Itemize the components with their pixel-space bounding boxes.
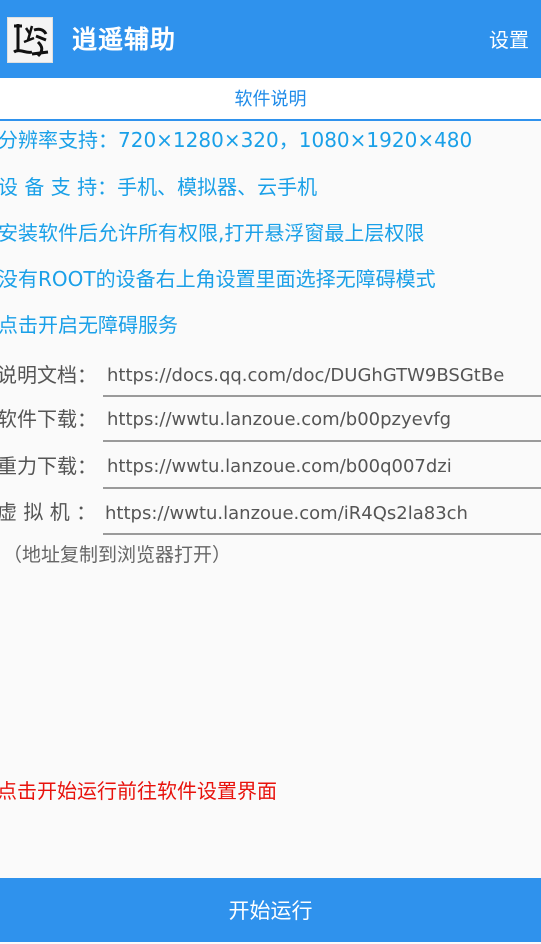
settings-button[interactable]: 设置 (489, 24, 529, 56)
docs-url-underline (103, 395, 541, 397)
resolution-support-text: 分辨率支持：720×1280×320，1080×1920×480 (0, 128, 473, 152)
software-download-label: 软件下载： (0, 407, 97, 431)
accessibility-service-link[interactable]: 点击开启无障碍服务 (0, 311, 178, 339)
permission-instruction-text: 安装软件后允许所有权限,打开悬浮窗最上层权限 (0, 221, 425, 245)
start-run-button[interactable]: 开始运行 (0, 878, 541, 942)
gravity-download-label: 重力下载： (0, 454, 97, 478)
app-logo (7, 17, 53, 63)
virtual-machine-label: 虚 拟 机 ： (0, 500, 97, 524)
section-header: 软件说明 (0, 78, 541, 121)
calligraphy-logo-icon (8, 18, 52, 62)
docs-url-field[interactable]: https://docs.qq.com/doc/DUGhGTW9BSGtBe (107, 362, 541, 390)
app-bar: 逍遥辅助 设置 (0, 0, 541, 78)
app-title: 逍遥辅助 (72, 25, 177, 54)
device-support-text: 设 备 支 持：手机、模拟器、云手机 (0, 175, 318, 199)
no-root-instruction-text: 没有ROOT的设备右上角设置里面选择无障碍模式 (0, 267, 436, 291)
gravity-download-url-field[interactable]: https://wwtu.lanzoue.com/b00q007dzi (107, 453, 541, 481)
software-download-underline (103, 440, 541, 442)
gravity-download-underline (103, 487, 541, 489)
virtual-machine-url-field[interactable]: https://wwtu.lanzoue.com/iR4Qs2la83ch (105, 500, 541, 528)
start-instruction-hint: 点击开始运行前往软件设置界面 (0, 779, 277, 803)
software-download-url-field[interactable]: https://wwtu.lanzoue.com/b00pzyevfg (107, 406, 541, 434)
virtual-machine-underline (103, 533, 541, 535)
docs-label: 说明文档： (0, 363, 97, 387)
copy-address-hint: （地址复制到浏览器打开） (3, 544, 232, 566)
